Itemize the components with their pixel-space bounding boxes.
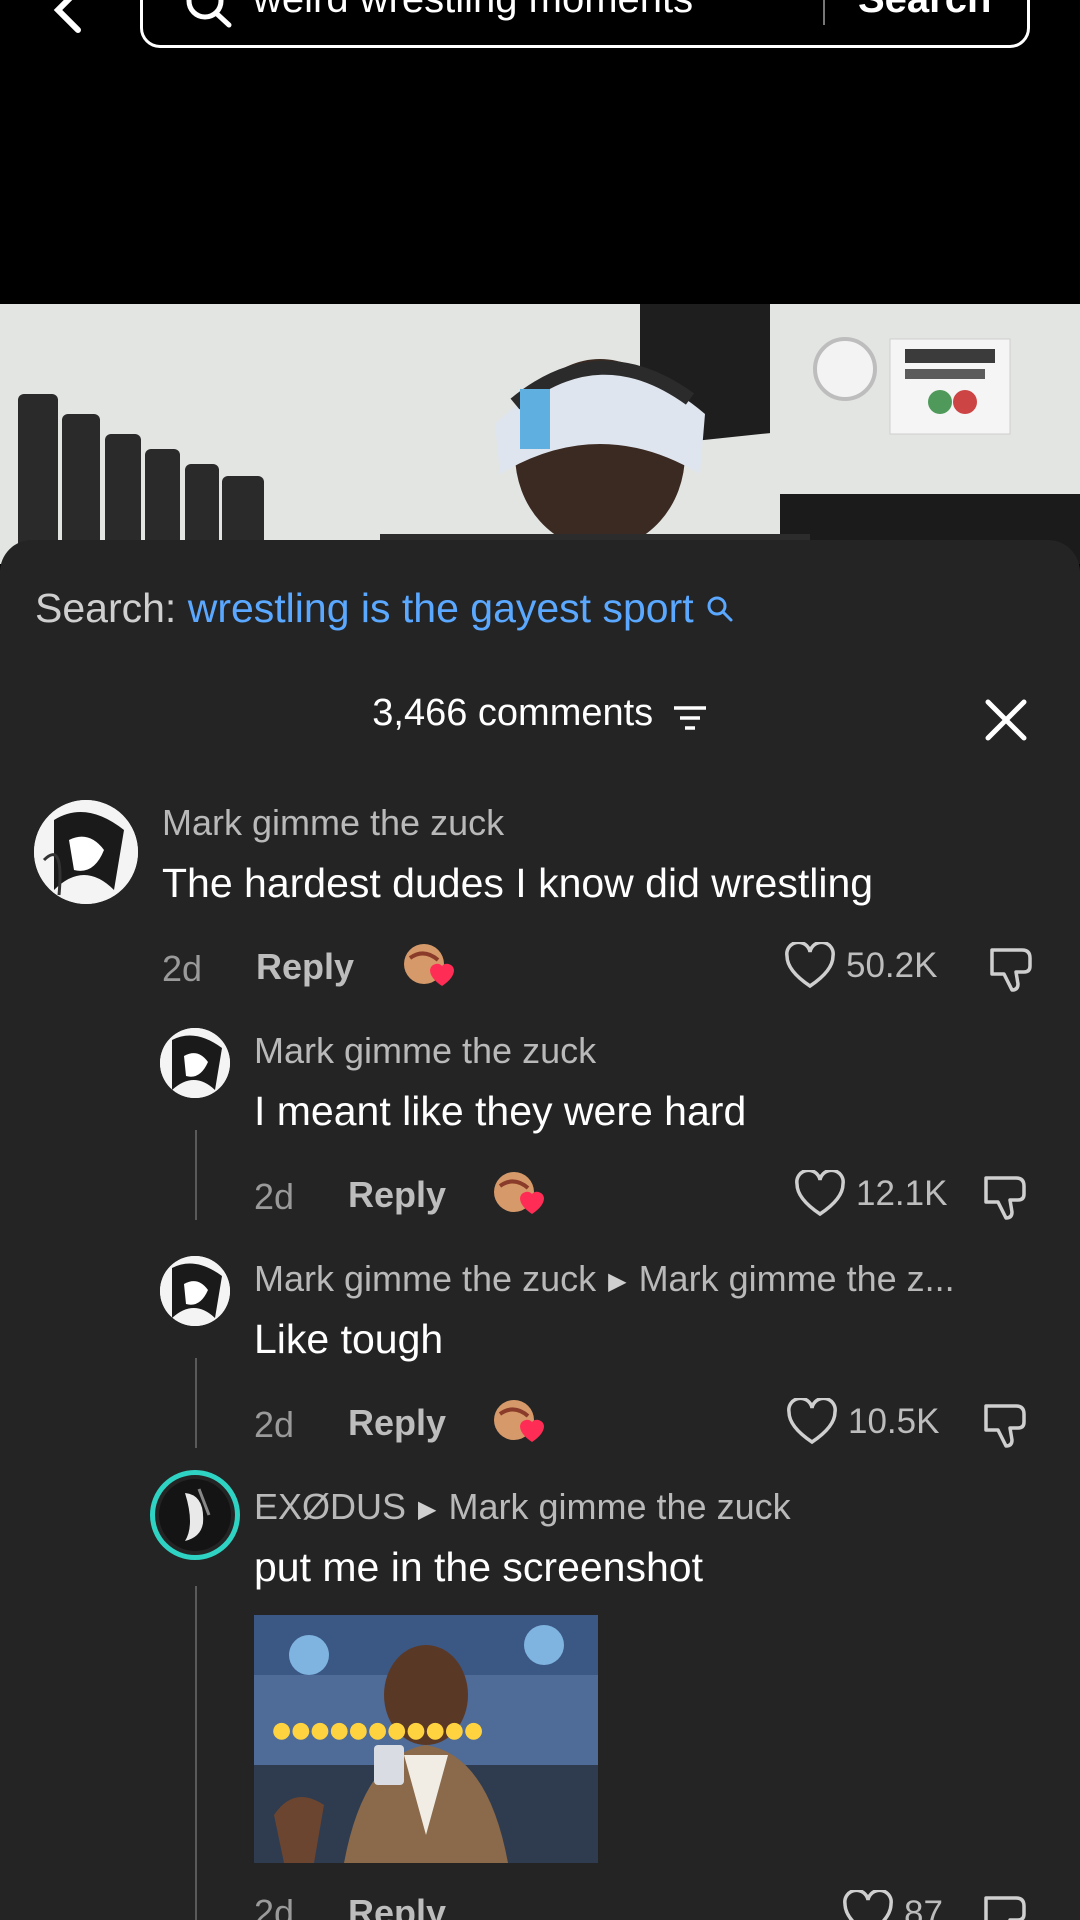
thread-line	[195, 1358, 197, 1448]
comment-text: The hardest dudes I know did wrestling	[162, 860, 874, 906]
back-arrow-icon[interactable]	[40, 0, 100, 40]
comment-author[interactable]: Mark gimme the zuck	[254, 1258, 596, 1299]
comment-age: 2d	[254, 1892, 295, 1920]
comment-author-line: Mark gimme the zuck ▶ Mark gimme the z...	[254, 1258, 955, 1300]
dislike-icon[interactable]	[980, 1892, 1030, 1920]
video-player[interactable]	[0, 304, 1080, 564]
comment-age: 2d	[254, 1404, 295, 1445]
search-suggestion-label: Search:	[35, 585, 177, 631]
search-divider	[823, 0, 825, 25]
search-button[interactable]: Search	[858, 0, 991, 22]
comment-text: put me in the screenshot	[254, 1544, 703, 1590]
like-count: 10.5K	[848, 1402, 940, 1441]
search-query-text: weird wrestling moments	[253, 0, 693, 22]
creator-liked-icon	[402, 942, 458, 992]
search-icon	[179, 0, 239, 43]
reply-arrow-icon: ▶	[608, 1267, 627, 1295]
comment-author[interactable]: Mark gimme the zuck	[254, 1030, 596, 1072]
heart-icon	[785, 942, 835, 989]
like-button[interactable]: 87	[842, 1890, 972, 1920]
search-header: weird wrestling moments Search	[0, 0, 1080, 60]
reply-button[interactable]: Reply	[256, 946, 354, 988]
meme-image: ●●●●●●●●●●●	[254, 1615, 598, 1863]
search-suggestion-term[interactable]: wrestling is the gayest sport	[188, 585, 694, 631]
comment-count-row[interactable]: 3,466 comments	[0, 692, 1080, 735]
reply-button[interactable]: Reply	[348, 1402, 446, 1444]
comment-age: 2d	[162, 948, 203, 989]
dislike-icon[interactable]	[980, 1400, 1030, 1450]
heart-icon	[843, 1890, 893, 1920]
avatar[interactable]	[34, 800, 138, 904]
video-frame-image	[0, 304, 1080, 564]
heart-icon	[787, 1398, 837, 1445]
avatar[interactable]	[160, 1256, 230, 1326]
avatar[interactable]	[150, 1470, 240, 1560]
thread-line	[195, 1586, 197, 1920]
comment-count: 3,466 comments	[372, 692, 654, 734]
replied-to-author[interactable]: Mark gimme the zuck	[449, 1486, 791, 1527]
comment-author-line: EXØDUS ▶ Mark gimme the zuck	[254, 1486, 791, 1528]
sort-filter-icon[interactable]	[672, 700, 708, 730]
creator-liked-icon	[492, 1170, 548, 1220]
thread-line	[195, 1130, 197, 1220]
dislike-icon[interactable]	[980, 1172, 1030, 1222]
reply-button[interactable]: Reply	[348, 1174, 446, 1216]
creator-liked-icon	[492, 1398, 548, 1448]
like-button[interactable]: 10.5K	[786, 1398, 966, 1448]
dislike-icon[interactable]	[986, 944, 1036, 994]
comment-author[interactable]: Mark gimme the zuck	[162, 802, 504, 844]
like-button[interactable]: 12.1K	[794, 1170, 964, 1220]
comment-text: Like tough	[254, 1316, 444, 1362]
search-suggestion[interactable]: Search: wrestling is the gayest sport	[35, 585, 735, 632]
svg-text:●●●●●●●●●●●: ●●●●●●●●●●●	[272, 1718, 483, 1743]
search-input[interactable]: weird wrestling moments Search	[140, 0, 1030, 48]
like-button[interactable]: 50.2K	[784, 942, 964, 992]
like-count: 50.2K	[846, 946, 938, 985]
close-icon[interactable]	[984, 698, 1028, 742]
like-count: 87	[904, 1894, 943, 1920]
search-suggestion-icon	[705, 587, 735, 622]
comment-age: 2d	[254, 1176, 295, 1217]
reply-button[interactable]: Reply	[348, 1892, 446, 1920]
avatar[interactable]	[160, 1028, 230, 1098]
replied-to-author[interactable]: Mark gimme the z...	[639, 1258, 955, 1299]
comment-text: I meant like they were hard	[254, 1088, 747, 1134]
comment-image[interactable]: ●●●●●●●●●●●	[254, 1615, 598, 1863]
heart-icon	[795, 1170, 845, 1217]
like-count: 12.1K	[856, 1174, 948, 1213]
comment-author[interactable]: EXØDUS	[254, 1486, 406, 1527]
comments-sheet: Search: wrestling is the gayest sport 3,…	[0, 540, 1080, 1920]
reply-arrow-icon: ▶	[418, 1495, 437, 1523]
